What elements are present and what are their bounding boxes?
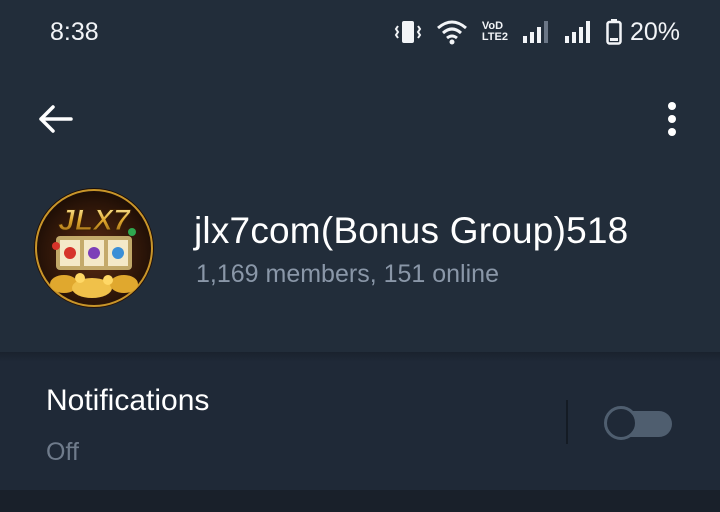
battery-icon: [606, 19, 622, 45]
status-bar: 8:38 VoD LTE2 20%: [0, 0, 720, 64]
notifications-toggle[interactable]: [604, 406, 672, 440]
group-title: jlx7com(Bonus Group)518: [194, 210, 629, 251]
vertical-divider: [566, 400, 568, 444]
svg-text:JLX7: JLX7: [58, 204, 131, 237]
notifications-status: Off: [46, 438, 79, 466]
notifications-label: Notifications: [46, 384, 210, 417]
toggle-knob: [604, 406, 638, 440]
arrow-left-icon: [37, 104, 73, 139]
notifications-row[interactable]: Notifications Off: [0, 362, 720, 490]
volte-icon: VoD LTE2: [481, 20, 508, 43]
group-avatar[interactable]: JLX7: [34, 188, 154, 308]
header-shadow: [0, 352, 720, 362]
wifi-icon: [436, 19, 468, 45]
group-member-count: 1,169 members, 151 online: [196, 260, 499, 288]
status-icons: VoD LTE2 20%: [394, 16, 680, 48]
status-time: 8:38: [50, 18, 99, 46]
more-vertical-icon: [667, 101, 677, 142]
battery-percent: 20%: [629, 17, 680, 46]
signal-icon-sim1: [522, 20, 550, 44]
chat-info-header: JLX7 jlx7com(Bonus Group)518 1,169 membe…: [0, 64, 720, 352]
section-divider: [0, 490, 720, 512]
vibrate-icon: [394, 19, 422, 45]
signal-icon-sim2: [564, 20, 592, 44]
back-button[interactable]: [30, 100, 80, 142]
more-options-button[interactable]: [650, 100, 694, 142]
